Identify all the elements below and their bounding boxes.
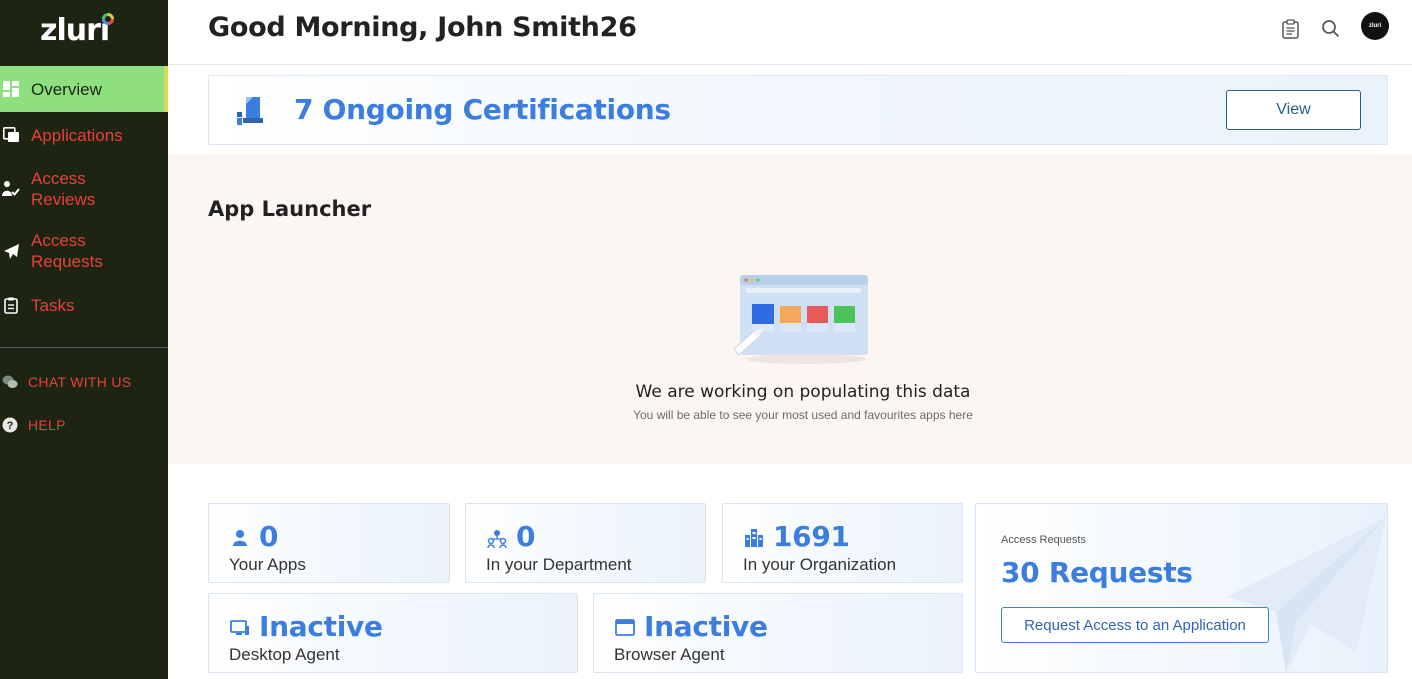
browser-icon — [615, 618, 635, 638]
overview-grid-icon — [2, 80, 20, 98]
stat-value: Inactive — [644, 610, 768, 643]
sidebar: zluri Overview Applications Access Revie… — [0, 0, 168, 679]
organization-icon — [744, 528, 764, 548]
zluri-logo[interactable]: zluri — [40, 12, 114, 52]
request-access-button[interactable]: Request Access to an Application — [1001, 607, 1269, 643]
stat-label: In your Organization — [743, 555, 897, 574]
help-icon: ? — [2, 417, 18, 433]
empty-state-illustration — [728, 271, 873, 366]
stat-value: 1691 — [773, 520, 850, 553]
empty-state-title: We are working on populating this data — [635, 382, 971, 402]
stat-label: Browser Agent — [614, 645, 725, 664]
app-launcher-section: App Launcher We are working on populatin… — [168, 155, 1412, 464]
sidebar-item-label: Tasks — [31, 295, 75, 315]
access-requests-card: Access Requests 30 Requests Request Acce… — [975, 503, 1388, 673]
sidebar-item-access-requests[interactable]: Access Requests — [0, 230, 168, 272]
paper-plane-icon — [2, 242, 20, 260]
stat-value: 0 — [259, 520, 279, 553]
sidebar-item-label: Overview — [31, 79, 102, 99]
chat-icon — [2, 374, 18, 390]
applications-icon — [2, 126, 20, 144]
certifications-title: 7 Ongoing Certifications — [294, 93, 671, 126]
top-header: Good Morning, John Smith26 zluri — [168, 0, 1412, 65]
stat-value: Inactive — [259, 610, 383, 643]
sidebar-chat-with-us[interactable]: CHAT WITH US — [0, 370, 168, 394]
stat-card-your-apps[interactable]: 0 Your Apps — [208, 503, 450, 583]
stat-label: In your Department — [486, 555, 632, 574]
stat-card-browser-agent[interactable]: Inactive Browser Agent — [593, 593, 963, 673]
search-icon — [1321, 19, 1340, 43]
tasks-clipboard-button[interactable] — [1278, 18, 1302, 44]
sidebar-item-applications[interactable]: Applications — [0, 124, 168, 146]
view-certifications-button[interactable]: View — [1226, 90, 1361, 130]
sidebar-item-label: Access Reviews — [31, 169, 96, 209]
stat-card-organization[interactable]: 1691 In your Organization — [722, 503, 963, 583]
clipboard-icon — [1281, 18, 1299, 44]
stat-label: Your Apps — [229, 555, 306, 574]
stat-card-desktop-agent[interactable]: Inactive Desktop Agent — [208, 593, 578, 673]
clipboard-icon — [2, 296, 20, 314]
paper-plane-watermark-icon — [1226, 517, 1386, 672]
sidebar-item-overview[interactable]: Overview — [0, 66, 168, 112]
sidebar-divider — [0, 347, 168, 348]
chat-with-us-label: CHAT WITH US — [28, 374, 132, 390]
access-requests-label: Access Requests — [1001, 534, 1086, 546]
logo-text: zluri — [40, 13, 110, 48]
help-label: HELP — [28, 417, 66, 433]
logo-dot-icon — [102, 13, 114, 25]
app-root: zluri Overview Applications Access Revie… — [0, 0, 1412, 679]
sidebar-item-label: Applications — [31, 125, 123, 145]
sidebar-item-label: Access Requests — [31, 231, 103, 271]
app-launcher-title: App Launcher — [208, 197, 372, 221]
access-reviews-icon — [2, 180, 20, 198]
stat-card-department[interactable]: 0 In your Department — [465, 503, 706, 583]
certification-icon — [235, 96, 265, 126]
search-button[interactable] — [1318, 19, 1342, 43]
svg-text:?: ? — [7, 420, 14, 432]
stat-label: Desktop Agent — [229, 645, 340, 664]
department-icon — [487, 528, 507, 549]
access-requests-count: 30 Requests — [1001, 556, 1193, 589]
user-icon — [230, 528, 250, 548]
desktop-icon — [230, 618, 250, 638]
user-avatar[interactable]: zluri — [1361, 12, 1389, 40]
ongoing-certifications-banner: 7 Ongoing Certifications View — [208, 75, 1388, 145]
sidebar-help[interactable]: ? HELP — [0, 413, 168, 437]
page-greeting: Good Morning, John Smith26 — [208, 12, 637, 43]
stat-value: 0 — [516, 520, 536, 553]
sidebar-item-tasks[interactable]: Tasks — [0, 294, 168, 316]
sidebar-item-access-reviews[interactable]: Access Reviews — [0, 168, 168, 210]
empty-state-subtitle: You will be able to see your most used a… — [633, 408, 973, 422]
